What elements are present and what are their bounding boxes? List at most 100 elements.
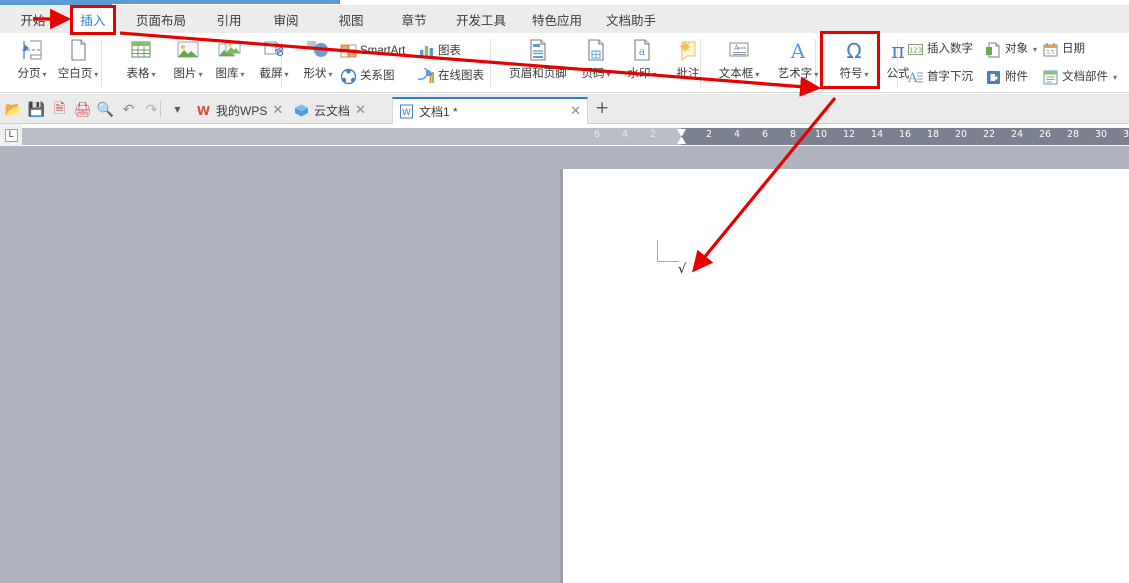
ribbon-button-smartart[interactable]: SmartArt	[340, 40, 405, 62]
wordart-icon: A	[785, 35, 811, 65]
ribbon-button-relationship-diagram[interactable]: 关系图	[340, 65, 395, 87]
wps-logo-icon: W	[196, 103, 211, 118]
close-icon[interactable]: ✕	[272, 104, 283, 117]
ribbon-button-online-chart[interactable]: 在线图表	[418, 65, 484, 87]
ribbon-tab-label: 页面布局	[135, 13, 186, 28]
save-icon[interactable]: 💾	[27, 100, 46, 119]
ruler-corner-tabstop-selector[interactable]: L	[0, 124, 22, 146]
chevron-down-icon[interactable]: ▾	[864, 70, 868, 79]
ribbon-button-label: 关系图	[360, 70, 395, 82]
picture-icon	[175, 35, 201, 65]
textbox-icon: A	[726, 35, 752, 65]
header-footer-icon	[525, 35, 551, 65]
document-tab-label: 文档1 *	[419, 105, 458, 119]
ribbon-button-watermark[interactable]: a 水印 ▾	[616, 35, 668, 82]
ribbon-button-label: 图片 ▾	[173, 68, 203, 80]
ribbon-button-object[interactable]: 对象 ▾	[985, 38, 1037, 60]
undo-icon[interactable]: ↶	[119, 100, 138, 119]
ruler-tick-label: 20	[954, 129, 968, 140]
chevron-down-icon[interactable]: ▾	[606, 70, 610, 79]
ribbon-button-header-footer[interactable]: 页眉和页脚	[505, 35, 571, 81]
document-parts-icon	[1042, 69, 1059, 86]
ribbon-tab-9[interactable]: 文档助手	[598, 5, 664, 33]
chevron-down-icon[interactable]: ▾	[1033, 45, 1037, 54]
ribbon-button-label: 水印 ▾	[627, 68, 657, 80]
ruler-tick-label: 12	[842, 129, 856, 140]
svg-text:π: π	[891, 39, 905, 63]
ribbon-button-comment[interactable]: 批注	[662, 35, 714, 81]
chevron-down-icon[interactable]: ▾	[42, 70, 46, 79]
first-line-indent-marker[interactable]	[677, 129, 686, 136]
chevron-down-icon[interactable]: ▾	[151, 70, 155, 79]
blank-page-icon	[65, 35, 91, 65]
wps-writer-window: 开始 插入 页面布局 引用 审阅 视图 章节 开发工具 特色应用 文档助手 分页 ▾ 空白页 ▾ 表格…	[0, 0, 1129, 583]
ribbon-button-insert-number[interactable]: 123 插入数字	[907, 38, 973, 60]
new-tab-button[interactable]: +	[595, 100, 609, 117]
ruler-tick-label: 3	[1122, 129, 1129, 140]
ribbon-tab-8[interactable]: 特色应用	[524, 5, 590, 33]
ribbon-button-page-break[interactable]: 分页 ▾	[6, 35, 58, 82]
document-tab-2[interactable]: W 文档1 * ✕	[392, 97, 588, 124]
ribbon-tab-5[interactable]: 视图	[330, 5, 372, 33]
ribbon-button-attachment[interactable]: 附件	[985, 66, 1028, 88]
ribbon-button-label: 首字下沉	[927, 71, 973, 83]
redo-icon[interactable]: ↷	[142, 100, 161, 119]
ribbon-tab-label: 开发工具	[455, 13, 506, 28]
ribbon-button-date[interactable]: 日期	[1042, 38, 1085, 60]
export-pdf-icon[interactable]: 🗎	[50, 100, 69, 119]
close-icon[interactable]: ✕	[570, 105, 581, 118]
shapes-icon	[305, 35, 331, 65]
chevron-down-icon[interactable]: ▾	[652, 70, 656, 79]
hanging-indent-marker[interactable]	[677, 137, 686, 144]
close-icon[interactable]: ✕	[355, 104, 366, 117]
ruler-tick-label: 6	[593, 129, 601, 140]
ribbon-button-page-number[interactable]: 页码 ▾	[570, 35, 622, 82]
chevron-down-icon[interactable]: ▾	[328, 70, 332, 79]
horizontal-ruler[interactable]: 6 4 2 2 4 6 8 10 12 14 16 18 20 22 24 26 28 30 3	[22, 128, 1129, 150]
ruler-tick-label: 2	[705, 129, 713, 140]
ribbon-button-label: 形状 ▾	[303, 68, 333, 80]
ribbon-button-chart[interactable]: 图表	[418, 40, 461, 62]
customize-qat-icon[interactable]: ▼	[168, 100, 187, 119]
ribbon-tab-2[interactable]: 页面布局	[128, 5, 194, 33]
open-folder-icon[interactable]: 📂	[4, 100, 23, 119]
chevron-down-icon[interactable]: ▾	[240, 70, 244, 79]
chevron-down-icon[interactable]: ▾	[284, 70, 288, 79]
attachment-icon	[985, 69, 1002, 86]
ribbon-tab-4[interactable]: 审阅	[265, 5, 307, 33]
chevron-down-icon[interactable]: ▾	[814, 70, 818, 79]
quick-access-divider	[160, 101, 161, 117]
ribbon-tab-1[interactable]: 插入	[70, 5, 116, 33]
print-icon[interactable]: 🖨	[73, 100, 92, 119]
ribbon-button-label: 插入数字	[927, 43, 973, 55]
document-page[interactable]	[563, 169, 1129, 583]
insert-number-icon: 123	[907, 41, 924, 58]
ribbon-button-blank-page[interactable]: 空白页 ▾	[52, 35, 104, 82]
relationship-diagram-icon	[340, 68, 357, 85]
ribbon-button-textbox[interactable]: A 文本框 ▾	[713, 35, 765, 82]
chart-icon	[418, 43, 435, 60]
chevron-down-icon[interactable]: ▾	[198, 70, 202, 79]
ribbon-group-separator-2	[490, 39, 491, 87]
document-tab-1[interactable]: 云文档 ✕	[288, 97, 366, 124]
ribbon-tab-label: 文档助手	[605, 13, 656, 28]
document-tab-0[interactable]: W 我的WPS ✕	[190, 97, 283, 124]
ribbon-tab-6[interactable]: 章节	[393, 5, 435, 33]
print-preview-icon[interactable]: 🔍	[96, 100, 115, 119]
ribbon-tab-7[interactable]: 开发工具	[448, 5, 514, 33]
ribbon-button-drop-cap[interactable]: A 首字下沉	[907, 66, 973, 88]
ribbon-button-label: 日期	[1062, 43, 1085, 55]
ribbon-button-wordart[interactable]: A 艺术字 ▾	[772, 35, 824, 82]
chevron-down-icon[interactable]: ▾	[755, 70, 759, 79]
quick-access-and-document-tabbar: 📂 💾 🗎 🖨 🔍 ↶ ↷ ▼ W 我的WPS ✕ 云文档 ✕ W 文档1 * ✕ +	[0, 94, 1129, 124]
ribbon-button-table[interactable]: 表格 ▾	[115, 35, 167, 82]
ribbon-tab-3[interactable]: 引用	[208, 5, 250, 33]
ribbon-tab-label: 插入	[80, 13, 106, 28]
chevron-down-icon[interactable]: ▾	[94, 70, 98, 79]
chevron-down-icon[interactable]: ▾	[1113, 73, 1117, 82]
ruler-tick-label: 4	[733, 129, 741, 140]
ruler-tick-label: 8	[789, 129, 797, 140]
ribbon-button-shapes[interactable]: 形状 ▾	[292, 35, 344, 82]
ribbon-tab-0[interactable]: 开始	[12, 5, 54, 33]
ribbon-button-document-parts[interactable]: 文档部件 ▾	[1042, 66, 1117, 88]
